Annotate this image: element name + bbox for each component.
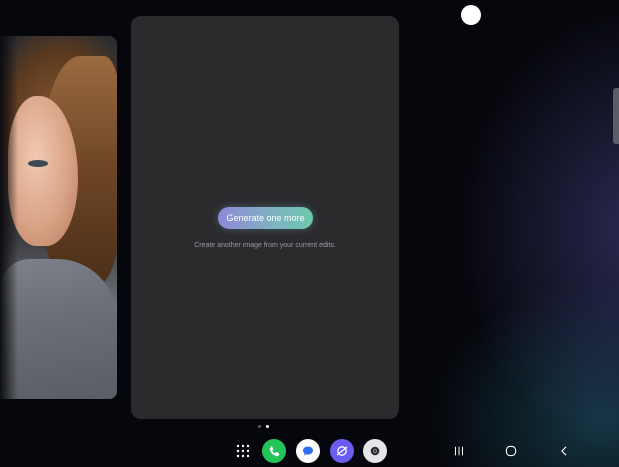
phone-icon[interactable] (262, 439, 286, 463)
taskbar (0, 435, 619, 467)
page-dot-active[interactable] (266, 425, 269, 428)
previous-image-card[interactable] (0, 36, 117, 399)
apps-grid-icon[interactable] (231, 439, 255, 463)
floating-indicator-dot[interactable] (461, 5, 481, 25)
back-icon[interactable] (554, 441, 574, 461)
messages-icon[interactable] (296, 439, 320, 463)
portrait-eye (28, 160, 48, 167)
internet-icon[interactable] (330, 439, 354, 463)
camera-icon[interactable] (363, 439, 387, 463)
pagination-dots (258, 425, 269, 428)
generate-one-more-button[interactable]: Generate one more (218, 207, 313, 229)
page-dot[interactable] (258, 425, 261, 428)
home-icon[interactable] (501, 441, 521, 461)
edge-panel-handle[interactable] (613, 88, 619, 144)
card-edge-shadow (0, 36, 18, 399)
recent-apps-icon[interactable] (449, 441, 469, 461)
generate-hint-text: Create another image from your current e… (194, 242, 336, 249)
